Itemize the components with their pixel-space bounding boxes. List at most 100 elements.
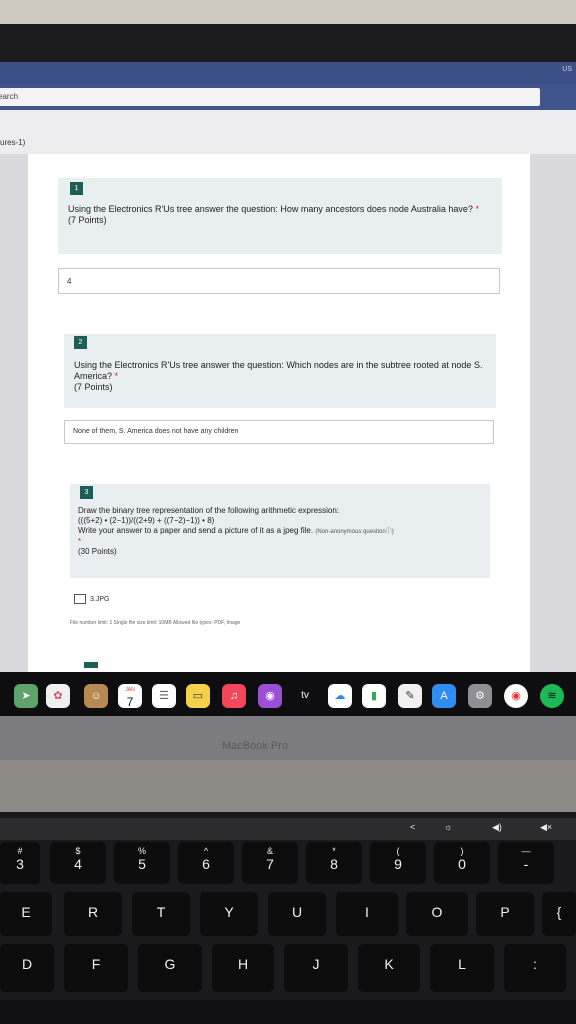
breadcrumb: ures-1) — [0, 138, 26, 147]
collapse-icon[interactable]: < — [410, 822, 415, 832]
key-digit: 8 — [330, 856, 338, 872]
key-shift-symbol: & — [266, 846, 273, 856]
question-1-block: 1 Using the Electronics R'Us tree answer… — [58, 178, 502, 254]
calendar-icon[interactable]: JAN 7 — [118, 684, 142, 709]
mute-icon[interactable]: ◀× — [540, 822, 552, 833]
required-mark: * — [78, 537, 82, 546]
breadcrumb-bar — [0, 110, 576, 154]
laptop-deck — [0, 760, 576, 812]
key-f[interactable]: F — [64, 944, 128, 992]
touch-bar-strip: < ☼ ◀) ◀× — [0, 818, 576, 840]
key-j[interactable]: J — [284, 944, 348, 992]
question-line-1: Draw the binary tree representation of t… — [78, 506, 340, 515]
answer-1-input[interactable]: 4 — [58, 268, 500, 294]
dock-bar: ➤ ✿ ☺ JAN 7 ☰ ▭ ♫ ◉ tv ☁ ▮ ✎ A ⚙ ◉ ≋ — [0, 672, 576, 716]
key-letter: P — [500, 904, 510, 920]
question-2-text: Using the Electronics R'Us tree answer t… — [74, 360, 490, 393]
key-g[interactable]: G — [138, 944, 202, 992]
key-u[interactable]: U — [268, 892, 326, 936]
brightness-icon[interactable]: ☼ — [444, 822, 452, 832]
key-t[interactable]: T — [132, 892, 190, 936]
key-7[interactable]: & 7 — [242, 842, 298, 884]
reminders-icon[interactable]: ☰ — [152, 684, 176, 708]
key-4[interactable]: $4 — [50, 842, 106, 884]
appletv-label: tv — [301, 690, 309, 701]
macbook-label: MacBook Pro — [222, 740, 289, 752]
key-digit: 9 — [394, 856, 402, 872]
podcasts-icon[interactable]: ◉ — [258, 684, 282, 708]
photos-icon[interactable]: ✿ — [46, 684, 70, 708]
key-digit: 6 — [202, 856, 210, 872]
key-digit: 4 — [74, 856, 82, 872]
icloud-icon[interactable]: ☁ — [328, 684, 352, 708]
key-digit: - — [523, 856, 529, 872]
key-colon[interactable]: : — [504, 944, 566, 992]
image-file-icon — [74, 594, 86, 604]
key-y[interactable]: Y — [200, 892, 258, 936]
key-e[interactable]: E — [0, 892, 52, 936]
key-r[interactable]: R — [64, 892, 122, 936]
question-line-3: Write your answer to a paper and send a … — [78, 526, 314, 535]
file-limits: File number limit: 1 Single file size li… — [70, 620, 241, 626]
language-badge: US — [562, 66, 572, 73]
contacts-icon[interactable]: ☺ — [84, 684, 108, 708]
music-icon[interactable]: ♫ — [222, 684, 246, 708]
key-8[interactable]: * 8 — [306, 842, 362, 884]
search-placeholder: earch — [0, 92, 19, 101]
key-letter: O — [431, 904, 443, 920]
script-editor-icon[interactable]: ✎ — [398, 684, 422, 708]
laptop-screen: US earch ures-1) 1 Using the Electronics… — [0, 62, 576, 672]
system-preferences-icon[interactable]: ⚙ — [468, 684, 492, 708]
key-k[interactable]: K — [358, 944, 420, 992]
key-letter: Y — [224, 904, 234, 920]
key-3[interactable]: #3 — [0, 842, 40, 884]
question-3-block: 3 Draw the binary tree representation of… — [70, 484, 490, 578]
chrome-icon[interactable]: ◉ — [504, 684, 528, 708]
file-name: 3.JPG — [90, 595, 110, 603]
question-text: Using the Electronics R'Us tree answer t… — [74, 360, 483, 381]
key-d[interactable]: D — [0, 944, 54, 992]
question-number: 1 — [70, 182, 83, 195]
right-gutter — [530, 154, 576, 672]
key-h[interactable]: H — [212, 944, 274, 992]
required-mark: * — [475, 204, 479, 214]
key-minus[interactable]: — - — [498, 842, 554, 884]
answer-2-input[interactable]: None of them, S. America does not have a… — [64, 420, 494, 444]
keyboard-bottom-row — [0, 1000, 576, 1024]
key-l[interactable]: L — [430, 944, 494, 992]
key-5[interactable]: % 5 — [114, 842, 170, 884]
key-bracket[interactable]: { — [542, 892, 576, 936]
required-mark: * — [114, 371, 119, 381]
key-shift-symbol: — — [521, 846, 531, 856]
volume-icon[interactable]: ◀) — [492, 822, 502, 833]
key-shift-symbol: $ — [75, 846, 81, 856]
search-input[interactable]: earch — [0, 88, 540, 106]
key-letter: { — [556, 904, 562, 920]
key-letter: G — [164, 956, 176, 972]
key-letter: I — [365, 904, 369, 920]
question-number: 3 — [80, 486, 93, 499]
numbers-icon[interactable]: ▮ — [362, 684, 386, 708]
key-shift-symbol: ) — [460, 846, 464, 856]
notes-icon[interactable]: ▭ — [186, 684, 210, 708]
screen-bezel — [0, 24, 576, 66]
key-9[interactable]: (9 — [370, 842, 426, 884]
key-digit: 3 — [16, 856, 24, 872]
question-2-block: 2 Using the Electronics R'Us tree answer… — [64, 334, 496, 408]
uploaded-file[interactable]: 3.JPG — [74, 594, 109, 604]
left-gutter — [0, 154, 28, 672]
key-letter: F — [91, 956, 101, 972]
key-6[interactable]: ^ 6 — [178, 842, 234, 884]
question-points: (30 Points) — [78, 547, 117, 556]
maps-icon[interactable]: ➤ — [14, 684, 38, 708]
key-p[interactable]: P — [476, 892, 534, 936]
question-text: Using the Electronics R'Us tree answer t… — [68, 204, 473, 214]
key-0[interactable]: ) 0 — [434, 842, 490, 884]
app-store-icon[interactable]: A — [432, 684, 456, 708]
key-shift-symbol: ( — [396, 846, 400, 856]
appletv-icon[interactable]: tv — [290, 684, 320, 708]
key-i[interactable]: I — [336, 892, 398, 936]
spotify-icon[interactable]: ≋ — [540, 684, 564, 708]
key-o[interactable]: O — [406, 892, 468, 936]
next-question-marker — [84, 662, 98, 668]
